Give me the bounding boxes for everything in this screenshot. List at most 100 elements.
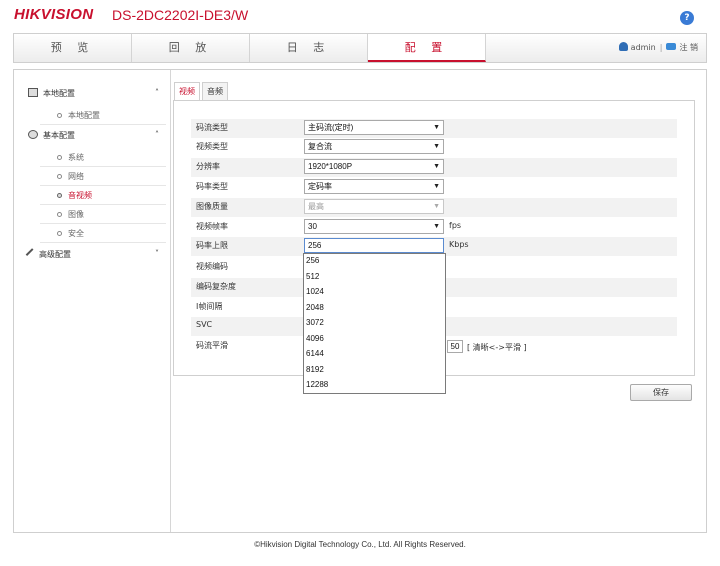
field-label: 分辨率 xyxy=(196,162,220,171)
sidebar-group-basic[interactable]: 基本配置 xyxy=(28,130,75,141)
row-image-quality: 图像质量 最高 ▼ xyxy=(191,198,677,217)
select-value: 256 xyxy=(308,241,322,250)
chevron-up-icon[interactable]: ˄ xyxy=(155,88,159,97)
frame-rate-select[interactable]: 30 ▼ xyxy=(304,219,444,234)
video-type-select[interactable]: 复合流 ▼ xyxy=(304,139,444,154)
divider xyxy=(40,204,166,205)
unit-label: Kbps xyxy=(449,240,469,249)
bullet-icon xyxy=(57,193,62,198)
subtab-audio[interactable]: 音频 xyxy=(202,82,228,101)
field-label: 编码复杂度 xyxy=(196,282,236,291)
dropdown-arrow-icon: ▼ xyxy=(433,163,440,170)
select-value: 最高 xyxy=(308,202,324,211)
dropdown-option[interactable]: 2048 xyxy=(306,303,324,312)
main-nav: 预 览 回 放 日 志 配 置 admin | 注 销 xyxy=(13,33,707,63)
separator: | xyxy=(659,43,663,52)
tab-playback[interactable]: 回 放 xyxy=(132,34,250,62)
dropdown-arrow-icon: ▼ xyxy=(433,183,440,190)
user-icon xyxy=(618,42,628,51)
sidebar-group-label: 高级配置 xyxy=(39,250,71,259)
dropdown-option[interactable]: 8192 xyxy=(306,365,324,374)
row-bitrate-type: 码率类型 定码率 ▼ xyxy=(191,178,677,197)
username[interactable]: admin xyxy=(631,43,656,52)
dropdown-arrow-icon: ▼ xyxy=(433,203,440,210)
field-label: 码流平滑 xyxy=(196,341,228,350)
help-icon[interactable]: ? xyxy=(680,11,694,25)
field-label: 视频编码 xyxy=(196,262,228,271)
dropdown-arrow-icon: ▼ xyxy=(433,143,440,150)
unit-label: fps xyxy=(449,221,462,230)
dropdown-option[interactable]: 1024 xyxy=(306,287,324,296)
tab-configuration[interactable]: 配 置 xyxy=(368,34,486,62)
row-stream-type: 码流类型 主码流(定时) ▼ xyxy=(191,119,677,138)
field-label: I帧间隔 xyxy=(196,302,223,311)
bitrate-type-select[interactable]: 定码率 ▼ xyxy=(304,179,444,194)
tab-preview[interactable]: 预 览 xyxy=(14,34,132,62)
dropdown-option[interactable]: 4096 xyxy=(306,334,324,343)
dropdown-option[interactable]: 3072 xyxy=(306,318,324,327)
image-quality-select: 最高 ▼ xyxy=(304,199,444,214)
sidebar-item-image[interactable]: 图像 xyxy=(57,209,84,220)
dropdown-option[interactable]: 256 xyxy=(306,256,319,265)
field-label: 码流类型 xyxy=(196,123,228,132)
field-label: 视频类型 xyxy=(196,142,228,151)
max-bitrate-combo[interactable]: 256 xyxy=(304,238,444,253)
sidebar-item-local-config[interactable]: 本地配置 xyxy=(57,110,100,121)
save-button[interactable]: 保存 xyxy=(630,384,692,401)
sidebar-group-advanced[interactable]: 高级配置 xyxy=(25,248,71,260)
user-area: admin | 注 销 xyxy=(618,42,698,53)
subtab-video[interactable]: 视频 xyxy=(174,82,200,102)
sidebar-group-local[interactable]: 本地配置 xyxy=(28,88,75,99)
chevron-up-icon[interactable]: ˄ xyxy=(155,130,159,139)
smoothing-value-input[interactable]: 50 xyxy=(447,340,463,353)
field-label: 图像质量 xyxy=(196,202,228,211)
sidebar-group-label: 基本配置 xyxy=(43,131,75,140)
stream-type-select[interactable]: 主码流(定时) ▼ xyxy=(304,120,444,135)
resolution-select[interactable]: 1920*1080P ▼ xyxy=(304,159,444,174)
select-value: 定码率 xyxy=(308,182,332,191)
dropdown-option[interactable]: 12288 xyxy=(306,380,328,389)
sidebar-divider xyxy=(170,70,171,532)
sidebar-item-security[interactable]: 安全 xyxy=(57,228,84,239)
select-value: 1920*1080P xyxy=(308,162,353,171)
tab-log[interactable]: 日 志 xyxy=(250,34,368,62)
select-value: 复合流 xyxy=(308,142,332,151)
sidebar-item-network[interactable]: 网络 xyxy=(57,171,84,182)
divider xyxy=(40,166,166,167)
dropdown-option[interactable]: 6144 xyxy=(306,349,324,358)
copyright-footer: ©Hikvision Digital Technology Co., Ltd. … xyxy=(254,540,466,549)
bullet-icon xyxy=(57,212,62,217)
field-label: 码率上限 xyxy=(196,241,228,250)
globe-icon xyxy=(28,130,38,139)
logout-icon[interactable] xyxy=(666,43,677,50)
sidebar-item-label: 本地配置 xyxy=(68,111,100,120)
dropdown-arrow-icon: ▼ xyxy=(433,124,440,131)
bullet-icon xyxy=(57,231,62,236)
sidebar-item-label: 安全 xyxy=(68,229,84,238)
sidebar-group-label: 本地配置 xyxy=(43,89,75,98)
logout-link[interactable]: 注 销 xyxy=(679,43,698,52)
row-frame-rate: 视频帧率 30 ▼ fps xyxy=(191,218,677,237)
dropdown-option[interactable]: 512 xyxy=(306,272,319,281)
smoothing-hint: [ 清晰<->平滑 ] xyxy=(467,343,527,352)
sidebar-item-label: 网络 xyxy=(68,172,84,181)
bitrate-dropdown-list: 256 512 1024 2048 3072 4096 6144 8192 12… xyxy=(303,253,446,394)
sidebar-item-label: 图像 xyxy=(68,210,84,219)
dropdown-arrow-icon: ▼ xyxy=(433,223,440,230)
sidebar-item-label: 系统 xyxy=(68,153,84,162)
wrench-icon xyxy=(25,248,37,259)
bullet-icon xyxy=(57,113,62,118)
row-resolution: 分辨率 1920*1080P ▼ xyxy=(191,158,677,177)
select-value: 30 xyxy=(308,222,317,231)
field-label: SVC xyxy=(196,320,213,329)
monitor-icon xyxy=(28,88,38,97)
device-model: DS-2DC2202I-DE3/W xyxy=(112,7,249,23)
field-label: 视频帧率 xyxy=(196,222,228,231)
hikvision-logo: HIKVISION xyxy=(14,6,94,23)
chevron-down-icon[interactable]: ˅ xyxy=(155,249,159,258)
sidebar-item-system[interactable]: 系统 xyxy=(57,152,84,163)
sidebar-item-audio-video[interactable]: 音视频 xyxy=(57,190,92,201)
divider xyxy=(40,185,166,186)
bullet-icon xyxy=(57,155,62,160)
divider xyxy=(40,242,166,243)
